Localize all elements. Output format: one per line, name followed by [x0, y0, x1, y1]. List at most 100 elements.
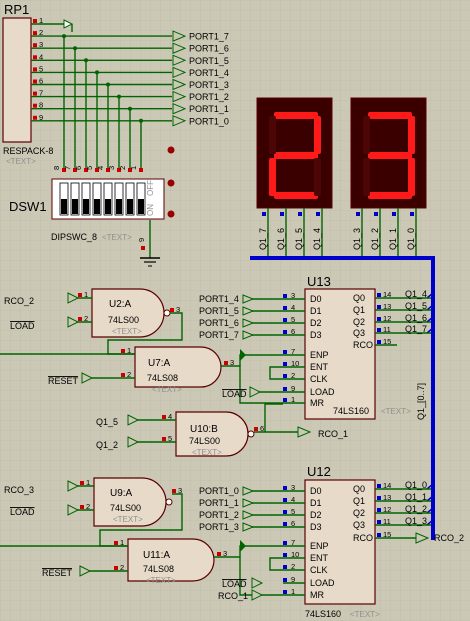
pin-marker — [377, 484, 381, 488]
u7-ref: U7:A — [148, 358, 171, 369]
pin-number: 14 — [383, 290, 391, 299]
bus-label: Q1_[0..7] — [416, 383, 426, 420]
port-label-text: PORT1_5 — [189, 56, 229, 66]
wire-junction — [95, 70, 99, 75]
pin-number: 13 — [383, 302, 391, 311]
pin-name: D2 — [310, 510, 322, 520]
port-net-label[interactable]: PORT1_4 — [199, 294, 239, 304]
dip-switch-lever — [61, 199, 67, 214]
pin-name: Q3 — [353, 328, 365, 338]
bus-net-label: Q1_4 — [405, 289, 427, 299]
junction-dot — [167, 146, 175, 154]
dsw1-pin-number: 6 — [74, 166, 83, 170]
pin-number: 11 — [383, 517, 391, 526]
pin-name: D0 — [310, 486, 322, 496]
pin-marker — [33, 31, 37, 36]
port-net-label[interactable]: PORT1_1 — [199, 498, 239, 508]
pin-number: 1 — [291, 395, 295, 404]
display-pin-label: Q1_0 — [406, 228, 416, 250]
pin-marker — [170, 308, 174, 312]
pin-name: D1 — [310, 498, 322, 508]
pin-marker — [80, 481, 84, 485]
net-label-rco2: RCO_2 — [4, 296, 34, 306]
net-label-load: LOAD — [10, 507, 35, 517]
pin-number: 9 — [291, 575, 295, 584]
net-label-load: LOAD — [222, 579, 247, 589]
u11-ref: U11:A — [143, 550, 170, 561]
port-net-label[interactable]: PORT1_5 — [199, 306, 239, 316]
port-label-text: PORT1_6 — [189, 44, 229, 54]
net-label-q1-5: Q1_5 — [96, 417, 118, 427]
pin-name: Q2 — [353, 317, 365, 327]
pin-number: 10 — [291, 359, 299, 368]
display-pin-label: Q1_6 — [276, 228, 286, 250]
pin-marker — [80, 505, 84, 509]
net-label-rco1: RCO_1 — [318, 429, 348, 439]
rp1-body — [2, 17, 32, 143]
port-net-label[interactable]: PORT1_2 — [199, 510, 239, 520]
u12-text-tag: <TEXT> — [350, 610, 380, 619]
pin-name: CLK — [310, 374, 328, 384]
pin-marker — [141, 246, 145, 250]
dsw1-ref: DSW1 — [9, 199, 47, 214]
bus-net-label: Q1_1 — [405, 492, 427, 502]
dsw1-value: DIPSWC_8 — [51, 232, 97, 242]
pin-number: 7 — [291, 347, 295, 356]
pin-number: 4 — [168, 412, 172, 421]
u13-ref: U13 — [307, 274, 331, 289]
pin-marker — [377, 317, 381, 321]
port-label-text: PORT1_2 — [189, 92, 229, 102]
pin-marker — [283, 330, 287, 334]
display-right: Q1_3 Q1_2 Q1_1 Q1_0 — [350, 97, 427, 258]
pin-name: ENP — [310, 350, 329, 360]
port-net-label[interactable]: PORT1_6 — [199, 318, 239, 328]
pin-name: Q1 — [353, 496, 365, 506]
wire-junction — [139, 118, 143, 123]
dip-switch-lever — [83, 199, 89, 214]
pin-marker — [121, 373, 125, 377]
pin-name: LOAD — [310, 387, 335, 397]
u11-text-tag: <TEXT> — [146, 576, 176, 585]
pin-marker — [121, 349, 125, 353]
segment-b — [408, 116, 415, 154]
port-net-label[interactable]: PORT1_7 — [199, 330, 239, 340]
pin-marker — [283, 318, 287, 322]
u13-type: 74LS160 — [333, 406, 369, 416]
display-pin-label: Q1_1 — [388, 228, 398, 250]
segment-g — [368, 152, 412, 159]
port-net-label[interactable]: PORT1_3 — [199, 522, 239, 532]
segment-b — [314, 116, 321, 154]
dsw1-pin-number: 2 — [118, 166, 127, 170]
junction-dot — [167, 179, 175, 187]
u10-text-tag: <TEXT> — [192, 448, 222, 457]
port-net-label[interactable]: PORT1_0 — [199, 486, 239, 496]
pin-number: 6 — [291, 519, 295, 528]
pin-marker — [283, 565, 287, 569]
u2-ref: U2:A — [109, 299, 132, 310]
dip-switch-lever — [105, 199, 111, 214]
pin-marker — [162, 437, 166, 441]
pin-marker — [33, 91, 37, 96]
pin-marker — [162, 415, 166, 419]
u9-bubble — [165, 498, 173, 506]
pin-marker — [283, 362, 287, 366]
pin-name: RCO — [353, 340, 373, 350]
pin-number: 2 — [127, 370, 131, 379]
pin-name: MR — [310, 590, 324, 600]
pin-marker — [114, 566, 118, 570]
pin-marker — [280, 212, 284, 216]
segment-a — [368, 112, 412, 119]
u11-body[interactable] — [127, 538, 215, 582]
segment-d — [274, 192, 318, 199]
pin-marker — [377, 293, 381, 297]
pin-marker — [356, 212, 360, 216]
pin-marker — [283, 350, 287, 354]
port-label-text: PORT1_1 — [189, 104, 229, 114]
net-label-rco3: RCO_3 — [4, 485, 34, 495]
bus-net-label: Q1_5 — [405, 301, 427, 311]
pin-marker — [33, 19, 37, 23]
wire-junction — [128, 106, 132, 111]
net-label-reset: RESET — [42, 568, 73, 578]
pin-marker — [377, 328, 381, 332]
bus-net-label: Q1_0 — [405, 480, 427, 490]
